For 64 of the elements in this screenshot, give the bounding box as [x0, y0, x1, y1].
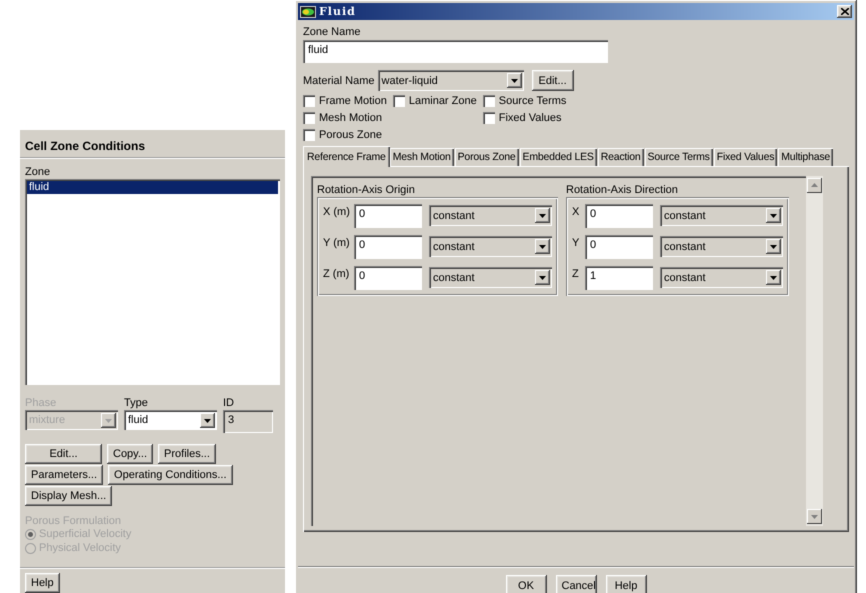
close-button[interactable] [837, 5, 852, 18]
zone-name-field[interactable]: fluid [303, 40, 608, 63]
dropdown[interactable]: constant [429, 205, 552, 226]
input-field[interactable]: 0 [354, 235, 422, 259]
field-label: X (m) [323, 205, 351, 218]
list-item[interactable]: fluid [27, 181, 278, 194]
group-title: Rotation-Axis Origin [317, 184, 416, 196]
button[interactable]: Edit... [25, 444, 102, 464]
tab[interactable]: Reference Frame [303, 146, 390, 167]
tab[interactable]: Source Terms [644, 148, 713, 166]
tab[interactable]: Porous Zone [454, 148, 519, 166]
dropdown[interactable]: constant [660, 205, 783, 226]
checkbox[interactable]: Source Terms [482, 94, 566, 108]
button[interactable]: OK [506, 575, 546, 593]
group-title: Rotation-Axis Direction [566, 184, 679, 196]
field-label: Y [572, 236, 580, 249]
checkbox[interactable]: Porous Zone [303, 128, 387, 142]
field-label: ID [223, 397, 235, 409]
tab[interactable]: Multiphase [778, 148, 834, 166]
panel-title: Cell Zone Conditions [20, 130, 285, 158]
tab[interactable]: Embedded LES [520, 148, 597, 166]
scroll-down-icon[interactable] [807, 509, 822, 524]
checkbox[interactable]: Frame Motion [303, 94, 387, 108]
field-label: X [572, 205, 580, 218]
input-field[interactable]: 0 [354, 266, 422, 290]
dropdown[interactable]: constant [429, 236, 552, 257]
dropdown[interactable]: constant [660, 267, 783, 288]
button[interactable]: Help [606, 575, 646, 593]
input-field[interactable]: 1 [585, 266, 653, 290]
tab[interactable]: Mesh Motion [390, 148, 454, 166]
field-label: Z (m) [323, 267, 350, 280]
tab[interactable]: Fixed Values [714, 148, 778, 166]
scrollbar[interactable] [806, 176, 823, 526]
app-icon [300, 6, 316, 18]
dropdown[interactable]: constant [660, 236, 783, 257]
button[interactable]: Profiles... [158, 444, 216, 464]
help-button[interactable]: Help [25, 573, 60, 593]
field-label: Y (m) [323, 236, 351, 249]
window-title: Fluid [319, 5, 357, 18]
button[interactable]: Parameters... [25, 465, 104, 485]
input-field[interactable]: 0 [585, 235, 653, 259]
button[interactable]: Cancel [556, 575, 596, 593]
checkbox[interactable]: Laminar Zone [392, 94, 477, 108]
edit-button[interactable]: Edit... [532, 70, 574, 91]
field-label: Type [124, 397, 149, 409]
close-icon[interactable] [840, 8, 848, 15]
input-field[interactable]: 0 [585, 204, 653, 228]
checkbox[interactable]: Mesh Motion [303, 111, 387, 125]
dropdown[interactable]: fluid [124, 410, 217, 430]
scroll-up-icon[interactable] [807, 178, 822, 193]
checkbox[interactable]: Fixed Values [482, 111, 566, 125]
zone-list[interactable]: fluid [25, 179, 280, 385]
field-label: Zone [25, 166, 52, 178]
field-label: Zone Name [303, 26, 362, 38]
dropdown[interactable]: water-liquid [378, 70, 524, 91]
input-field[interactable]: 0 [354, 204, 422, 228]
tab[interactable]: Reaction [598, 148, 644, 166]
button[interactable]: Operating Conditions... [108, 465, 233, 485]
field-label: Z [572, 267, 580, 280]
id-field: 3 [223, 410, 273, 433]
dropdown[interactable]: constant [429, 267, 552, 288]
field-label: Material Name [303, 74, 375, 86]
button[interactable]: Display Mesh... [25, 486, 112, 506]
button[interactable]: Copy... [107, 444, 154, 464]
